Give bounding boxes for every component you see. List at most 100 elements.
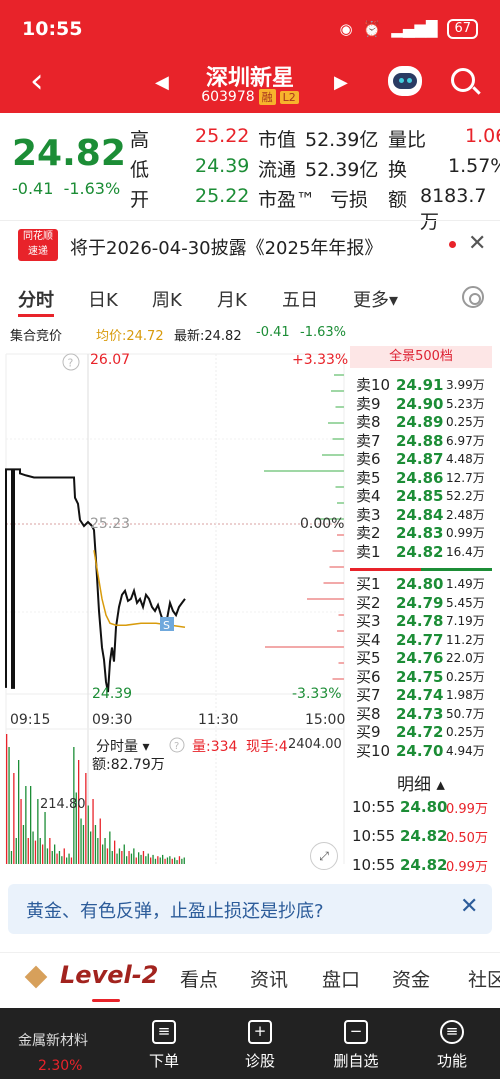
function-icon[interactable]: ≡ [440, 1020, 464, 1044]
bid-volume: 0.25万 [446, 725, 485, 739]
bid-row[interactable]: 买2 24.79 5.45万 [356, 594, 492, 612]
volume-bar [133, 848, 135, 864]
robot-assistant-icon[interactable] [388, 66, 422, 96]
volume-label[interactable]: 分时量 ▾ [96, 739, 149, 755]
open-value: 25.22 [195, 185, 250, 207]
bid-volume: 0.25万 [446, 669, 485, 684]
volume-bar [90, 831, 92, 864]
volume-bar [51, 851, 53, 864]
tab-daily[interactable]: 日K [88, 286, 118, 312]
ask-label: 卖3 [356, 505, 381, 524]
bid-row[interactable]: 买3 24.78 7.19万 [356, 612, 492, 630]
search-icon[interactable] [451, 68, 475, 92]
bid-row[interactable]: 买6 24.75 0.25万 [356, 668, 492, 686]
volume-bar [159, 857, 161, 864]
ask-price: 24.89 [396, 413, 444, 431]
ask-volume: 0.25万 [446, 415, 485, 429]
signal-icon: ▂▄▆█ [391, 20, 438, 38]
bid-row[interactable]: 买10 24.70 4.94万 [356, 742, 492, 760]
ask-label: 卖2 [356, 524, 381, 542]
stock-code: 603978 [201, 89, 255, 105]
order-icon[interactable]: ≡ [152, 1020, 176, 1044]
ask-row[interactable]: 卖4 24.85 52.2万 [356, 487, 492, 505]
open-label: 开 [130, 189, 150, 211]
banner-close-icon[interactable]: ✕ [460, 894, 478, 919]
nav-remove-watchlist[interactable]: 删自选 [316, 1050, 396, 1071]
volume-bar [15, 838, 17, 864]
bid-price: 24.80 [396, 575, 444, 593]
news-logo: 同花顺 速递 [18, 229, 58, 261]
volume-bar [66, 857, 68, 864]
chart-tabs: 分时 日K 周K 月K 五日 更多▾ [0, 280, 500, 318]
ask-row[interactable]: 卖8 24.89 0.25万 [356, 413, 492, 431]
announcement-bar[interactable]: 同花顺 速递 将于2026-04-30披露《2025年年报》 [0, 220, 500, 270]
announcement-text: 将于2026-04-30披露《2025年年报》 [70, 238, 383, 259]
change-value: -0.41 [12, 179, 54, 198]
tick-time: 10:55 [352, 798, 396, 816]
close-announcement-icon[interactable]: ✕ [468, 231, 486, 256]
remove-watchlist-icon[interactable]: − [344, 1020, 368, 1044]
ask-label: 卖8 [356, 413, 381, 431]
ask-row[interactable]: 卖10 24.91 3.99万 [356, 376, 492, 394]
ask-row[interactable]: 卖9 24.90 5.23万 [356, 395, 492, 413]
ask-row[interactable]: 卖1 24.82 16.4万 [356, 543, 492, 561]
nav-diagnose[interactable]: 诊股 [220, 1050, 300, 1071]
tab-funds[interactable]: 资金 [392, 965, 430, 992]
ask-price: 24.91 [396, 376, 444, 394]
bid-row[interactable]: 买5 24.76 22.0万 [356, 649, 492, 667]
volume-bar [22, 825, 25, 864]
bid-row[interactable]: 买9 24.72 0.25万 [356, 723, 492, 741]
volume-bar [176, 860, 178, 864]
ask-price: 24.86 [396, 468, 444, 487]
ask-price: 24.85 [396, 487, 444, 505]
ask-row[interactable]: 卖3 24.84 2.48万 [356, 506, 492, 524]
ask-row[interactable]: 卖6 24.87 4.48万 [356, 450, 492, 468]
tab-weekly[interactable]: 周K [152, 286, 182, 312]
intraday-chart[interactable]: 26.07 +3.33% 25.23 0.00% 24.39 -3.33% ? … [0, 344, 350, 879]
tab-community[interactable]: 社区 [468, 965, 500, 992]
volume-bar [121, 851, 123, 864]
ask-row[interactable]: 卖2 24.83 0.99万 [356, 524, 492, 542]
bid-row[interactable]: 买8 24.73 50.7万 [356, 705, 492, 723]
change-pct: -1.63% [63, 179, 121, 198]
volume-now: 量:334 [192, 739, 238, 755]
tab-level2[interactable]: Level-2 [60, 961, 158, 989]
expand-chart-icon[interactable]: ⤢ [310, 842, 338, 870]
volume-mark: 214.80 [40, 797, 86, 812]
tab-monthly[interactable]: 月K [217, 286, 247, 312]
nav-order[interactable]: 下单 [124, 1050, 204, 1071]
volume-bar [109, 831, 111, 864]
ask-row[interactable]: 卖5 24.86 12.7万 [356, 469, 492, 487]
depth-bar [331, 390, 344, 392]
bid-price: 24.70 [396, 741, 444, 760]
bid-price: 24.77 [396, 630, 444, 649]
volume-bar [171, 858, 173, 864]
volume-bar [37, 799, 39, 864]
bid-row[interactable]: 买4 24.77 11.2万 [356, 631, 492, 649]
ask-price: 24.90 [396, 394, 444, 413]
bid-row[interactable]: 买7 24.74 1.98万 [356, 686, 492, 704]
tab-news[interactable]: 资讯 [250, 965, 288, 992]
bid-label: 买4 [356, 630, 381, 649]
tab-more[interactable]: 更多▾ [353, 286, 398, 312]
sector-name[interactable]: 金属新材料 [18, 1030, 88, 1050]
volume-bar [6, 734, 8, 864]
volume-bar [145, 856, 147, 864]
news-banner[interactable]: 黄金、有色反弹，止盈止损还是抄底? ✕ [8, 884, 492, 934]
diagnose-icon[interactable]: + [248, 1020, 272, 1044]
orderbook-header[interactable]: 全景500档 [350, 346, 492, 368]
volume-bar [61, 856, 63, 864]
tab-five-day[interactable]: 五日 [282, 286, 318, 312]
detail-title[interactable]: 明细 ▴ [350, 770, 492, 795]
tab-handicap[interactable]: 盘口 [322, 965, 360, 992]
bid-row[interactable]: 买1 24.80 1.49万 [356, 575, 492, 593]
ask-row[interactable]: 卖7 24.88 6.97万 [356, 432, 492, 450]
volume-bar [152, 854, 154, 864]
quote-panel: 24.82 -0.41 -1.63% 高 25.22 低 24.39 开 25.… [0, 113, 500, 233]
chart-settings-icon[interactable] [462, 286, 484, 308]
tab-highlights[interactable]: 看点 [180, 965, 218, 992]
volume-bar [92, 799, 94, 864]
ask-volume: 5.23万 [446, 396, 485, 411]
nav-function[interactable]: 功能 [412, 1050, 492, 1071]
tab-intraday[interactable]: 分时 [18, 286, 54, 312]
